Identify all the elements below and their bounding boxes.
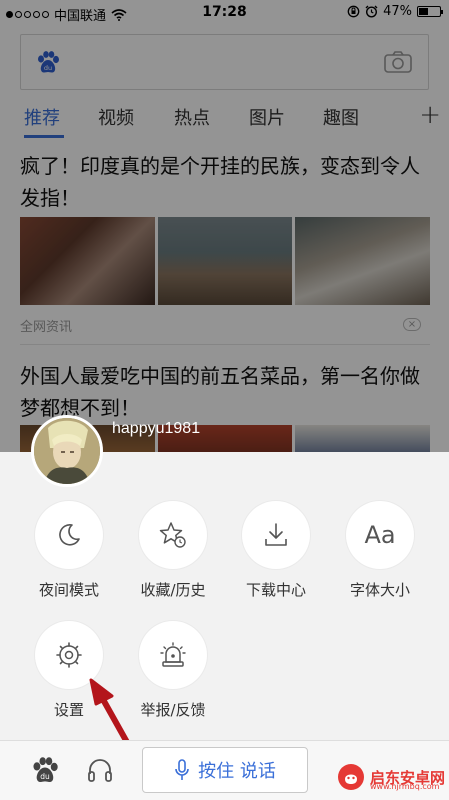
watermark-logo	[337, 764, 364, 790]
baidu-home-icon[interactable]: du	[30, 756, 60, 786]
watermark: 启东安卓网 www.hjrmbq.com	[336, 762, 445, 792]
hold-to-talk-button[interactable]: 按住 说话	[142, 747, 308, 793]
hold-to-talk-label: 按住 说话	[198, 761, 276, 782]
annotation-arrow	[89, 678, 131, 747]
svg-text:du: du	[40, 772, 50, 781]
headphones-icon[interactable]	[86, 756, 114, 784]
microphone-icon	[175, 759, 189, 780]
watermark-url: www.hjrmbq.com	[369, 782, 440, 791]
